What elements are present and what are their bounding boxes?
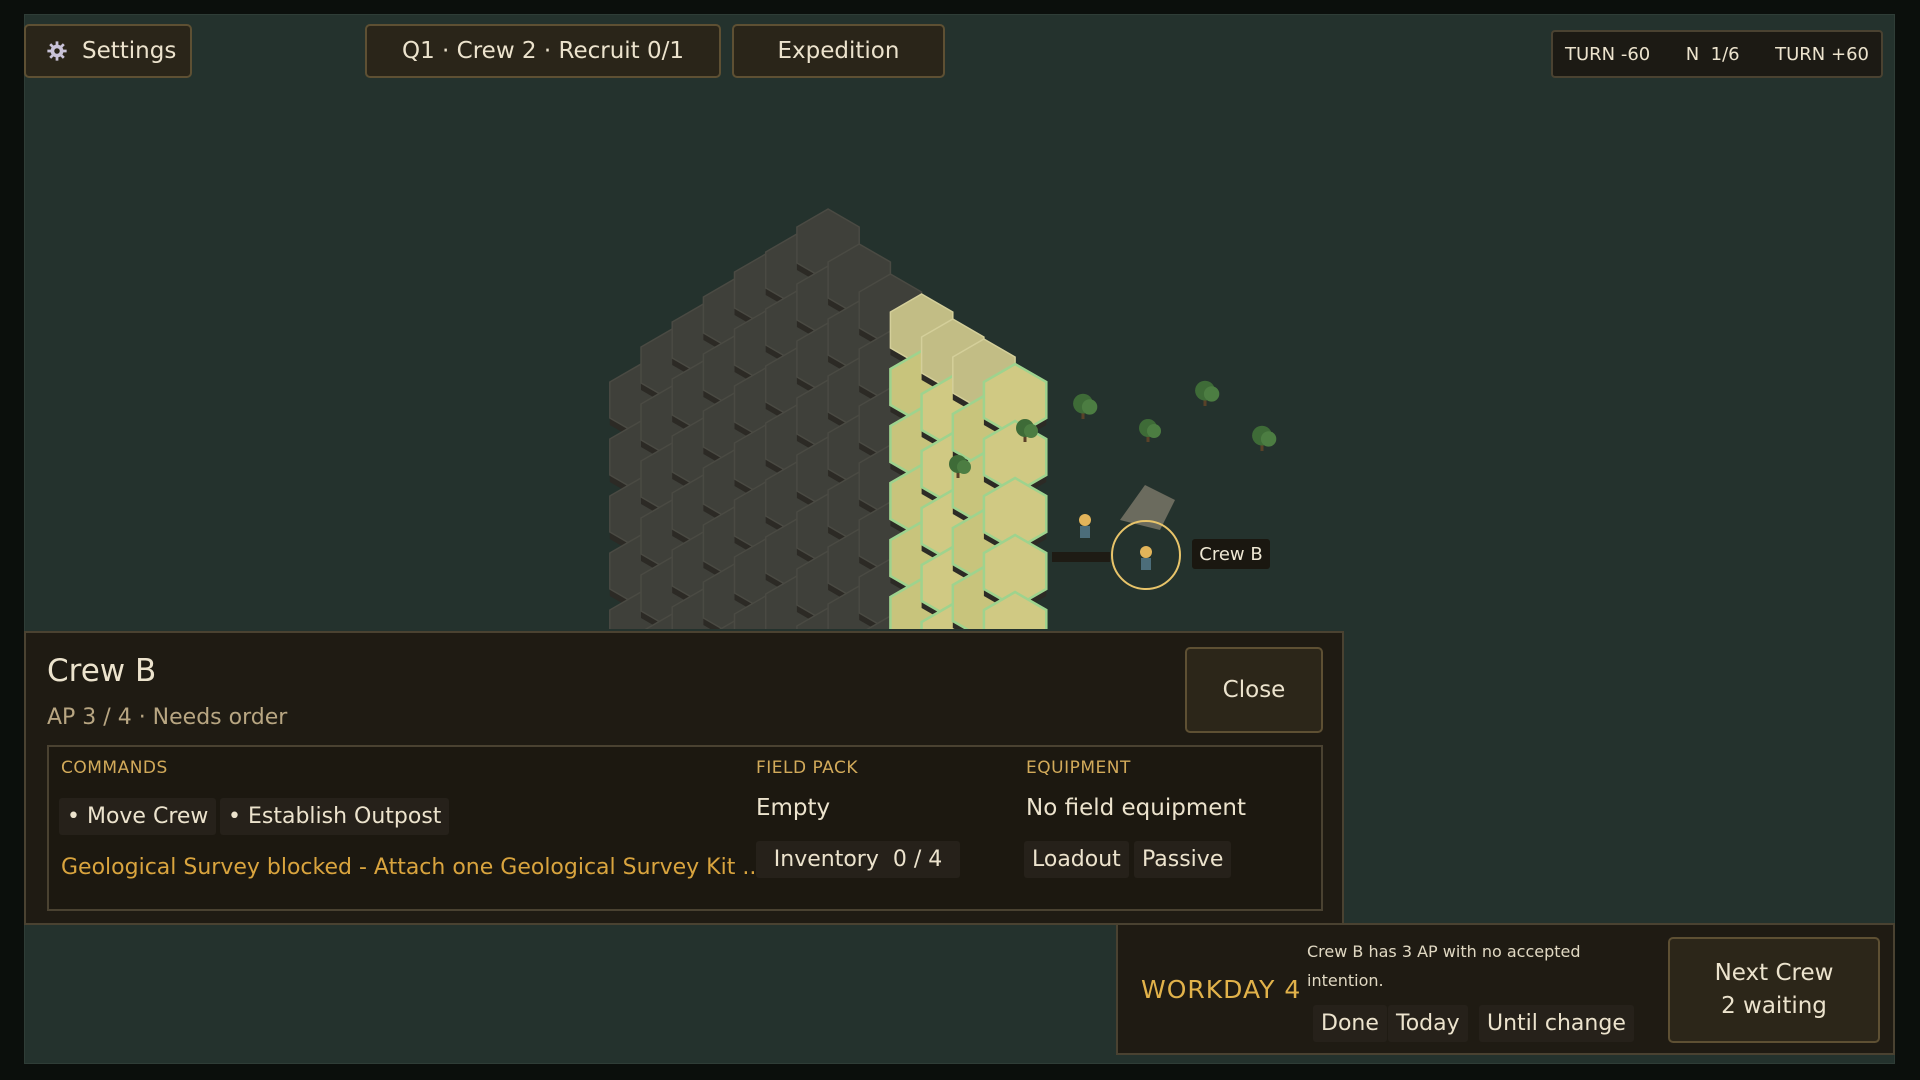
settings-button[interactable]: Settings (24, 24, 192, 78)
tree-icon (1073, 393, 1098, 419)
passive-button[interactable]: Passive (1134, 841, 1232, 878)
north-indicator[interactable]: N 1/6 (1686, 44, 1740, 65)
settings-label: Settings (82, 38, 177, 64)
next-crew-button[interactable]: Next Crew 2 waiting (1668, 937, 1880, 1043)
turn-back-button[interactable]: TURN -60 (1565, 44, 1650, 65)
crew-ap-status: AP 3 / 4 · Needs order (47, 705, 288, 730)
equipment-label: EQUIPMENT (1026, 758, 1131, 778)
field-pack-value: Empty (756, 795, 831, 821)
turn-controls: TURN -60 N 1/6 TURN +60 (1551, 30, 1883, 78)
until-change-button[interactable]: Until change (1479, 1005, 1634, 1042)
workday-message: Crew B has 3 AP with no accepted intenti… (1307, 942, 1581, 990)
next-crew-label: Next Crew (1714, 960, 1834, 986)
workday-panel: WORKDAY 4 Crew B has 3 AP with no accept… (1116, 923, 1895, 1055)
crew-name: Crew B (47, 653, 157, 689)
crew-unit[interactable] (1079, 514, 1091, 538)
tree-icon (1195, 380, 1220, 406)
commands-label: COMMANDS (61, 758, 168, 778)
tree-icon (1252, 425, 1277, 451)
done-button[interactable]: Done (1313, 1005, 1387, 1042)
status-pill[interactable]: Q1 · Crew 2 · Recruit 0/1 (365, 24, 721, 78)
workday-label: WORKDAY 4 (1141, 975, 1302, 1004)
close-button[interactable]: Close (1185, 647, 1323, 733)
move-crew-command[interactable]: • Move Crew (59, 798, 217, 835)
crew-panel: Crew B AP 3 / 4 · Needs order Close COMM… (24, 631, 1344, 925)
today-button[interactable]: Today (1388, 1005, 1468, 1042)
inventory-button[interactable]: Inventory 0 / 4 (756, 841, 960, 878)
tree-icon (1139, 419, 1161, 442)
crew-b-map-label[interactable]: Crew B (1192, 539, 1270, 569)
blocked-message: Geological Survey blocked - Attach one G… (61, 855, 764, 880)
next-crew-waiting: 2 waiting (1721, 993, 1827, 1019)
loadout-button[interactable]: Loadout (1024, 841, 1129, 878)
expedition-button[interactable]: Expedition (732, 24, 945, 78)
crew-b-unit[interactable] (1140, 546, 1152, 570)
crew-details: COMMANDS • Move Crew • Establish Outpost… (47, 745, 1323, 911)
gear-icon (47, 41, 67, 61)
equipment-value: No field equipment (1026, 795, 1246, 821)
turn-forward-button[interactable]: TURN +60 (1775, 44, 1869, 65)
outpost-icon (1120, 485, 1175, 530)
establish-outpost-command[interactable]: • Establish Outpost (220, 798, 450, 835)
field-pack-label: FIELD PACK (756, 758, 859, 778)
crew-ap-pips (1052, 552, 1110, 562)
